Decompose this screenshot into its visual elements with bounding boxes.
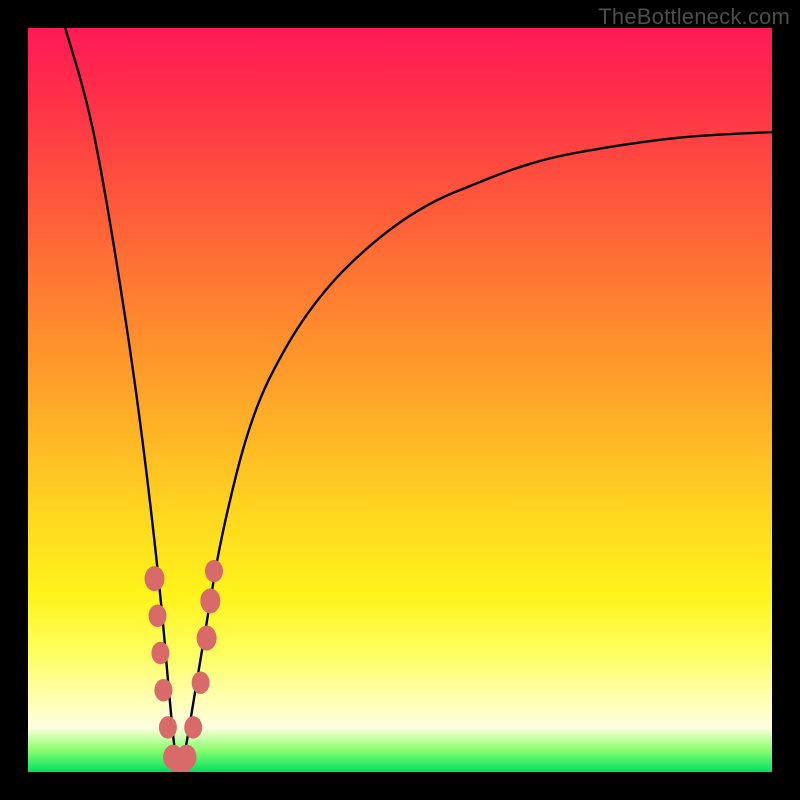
sample-point xyxy=(151,642,169,665)
sample-point xyxy=(197,626,217,651)
chart-frame: TheBottleneck.com xyxy=(0,0,800,800)
watermark-text: TheBottleneck.com xyxy=(598,4,790,30)
sample-point xyxy=(149,605,167,628)
sample-point xyxy=(177,745,197,770)
sample-point xyxy=(184,716,202,739)
sample-point xyxy=(192,671,210,694)
sample-point xyxy=(159,716,177,739)
plot-area xyxy=(28,28,772,772)
curve-layer xyxy=(28,28,772,772)
bottleneck-curve xyxy=(65,28,772,766)
sample-point xyxy=(154,679,172,702)
sample-markers xyxy=(145,560,224,772)
sample-point xyxy=(145,566,165,591)
sample-point xyxy=(200,588,220,613)
sample-point xyxy=(205,560,223,583)
